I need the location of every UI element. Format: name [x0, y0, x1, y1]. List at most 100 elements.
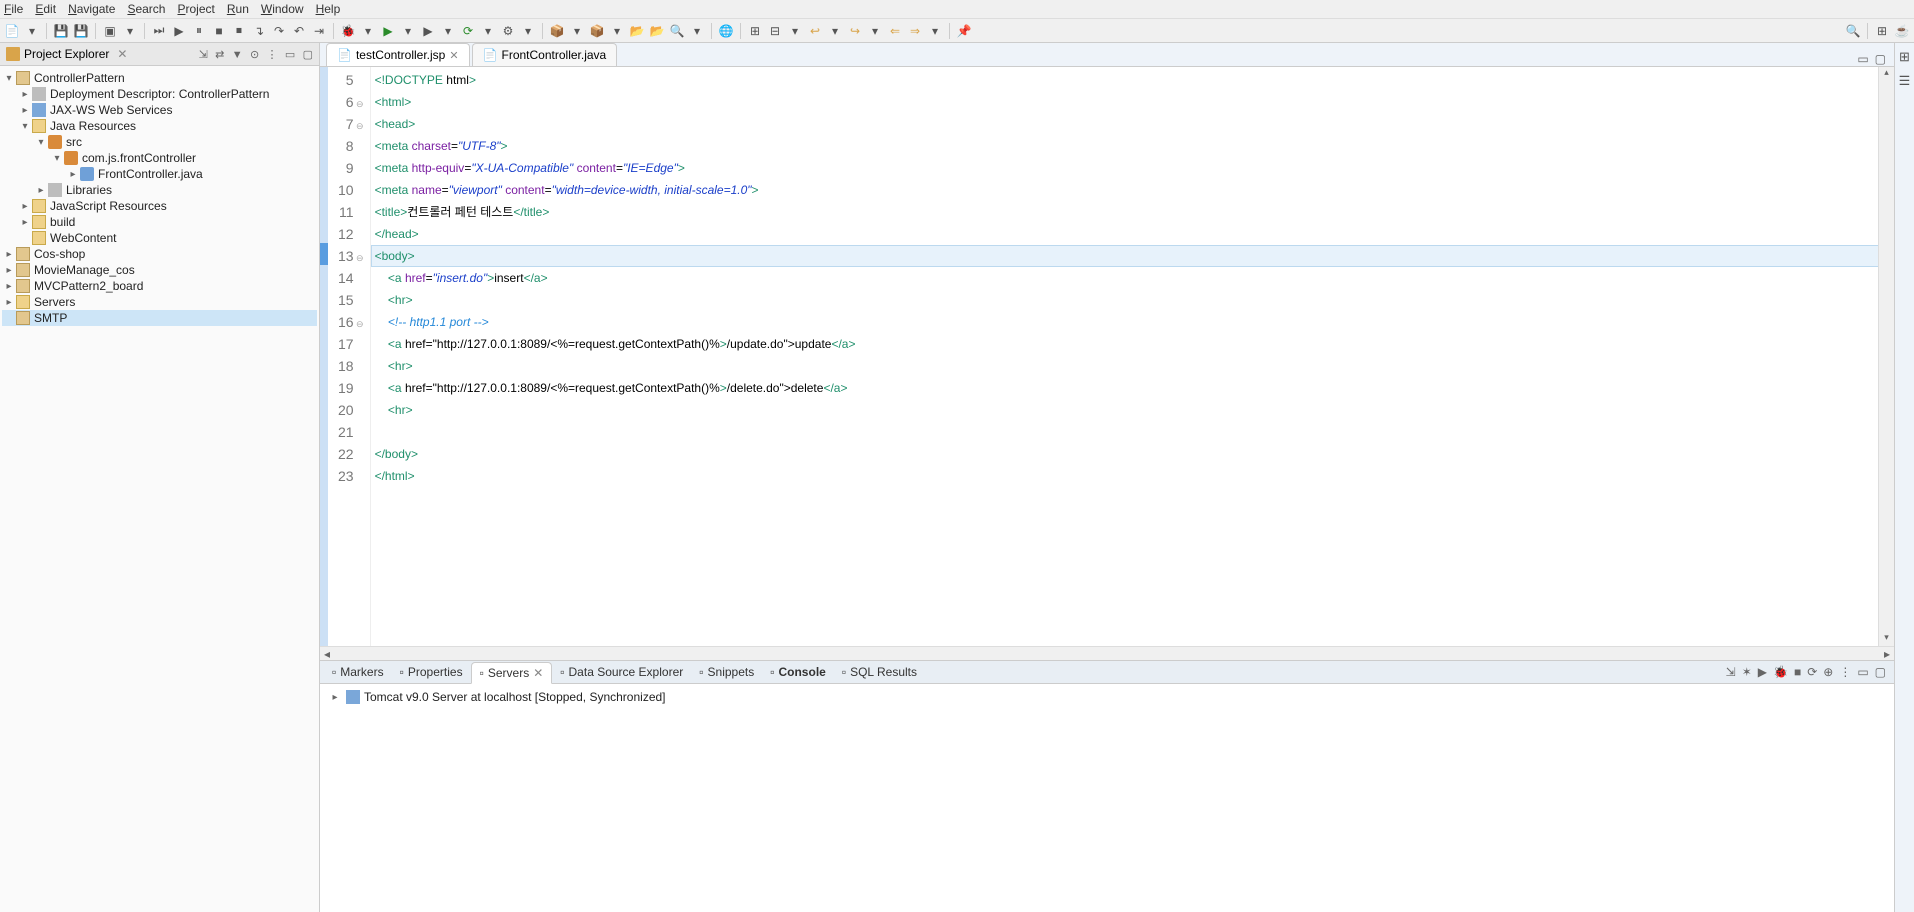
servers-view-content[interactable]: ▸ Tomcat v9.0 Server at localhost [Stopp…: [320, 684, 1894, 912]
line-gutter[interactable]: 56⊖7⊖8910111213⊖141516⊖17181920212223: [328, 67, 371, 646]
debug-icon[interactable]: 🐞: [1773, 665, 1788, 679]
back-icon[interactable]: ↩: [807, 23, 823, 39]
coverage-icon[interactable]: ▶: [420, 23, 436, 39]
debug-icon[interactable]: 🐞: [340, 23, 356, 39]
browser-icon[interactable]: 🌐: [718, 23, 734, 39]
jaxws-node[interactable]: ▸JAX-WS Web Services: [2, 102, 317, 118]
maximize-icon[interactable]: ▢: [1875, 665, 1886, 679]
dropdown-icon[interactable]: ▾: [24, 23, 40, 39]
menu-run[interactable]: Run: [227, 2, 249, 16]
run-icon[interactable]: ▶: [380, 23, 396, 39]
close-tab-icon[interactable]: ✕: [449, 49, 458, 62]
menu-edit[interactable]: Edit: [35, 2, 56, 16]
minimize-icon[interactable]: ▭: [285, 49, 295, 61]
dropdown-icon[interactable]: ▾: [867, 23, 883, 39]
dropdown-icon[interactable]: ▾: [787, 23, 803, 39]
bottom-tab-console[interactable]: ▫Console: [762, 662, 834, 682]
scroll-down-icon[interactable]: ▾: [1879, 632, 1894, 646]
pause-icon[interactable]: ⏸: [191, 23, 207, 39]
dropdown-icon[interactable]: ▾: [480, 23, 496, 39]
dropdown-icon[interactable]: ▾: [569, 23, 585, 39]
java-ee-perspective-icon[interactable]: ☕: [1894, 23, 1910, 39]
server-node[interactable]: ▸ Tomcat v9.0 Server at localhost [Stopp…: [328, 688, 1886, 706]
step-over-icon[interactable]: ↷: [271, 23, 287, 39]
scroll-left-icon[interactable]: ◂: [324, 647, 330, 660]
dropdown-icon[interactable]: ▾: [520, 23, 536, 39]
menu-window[interactable]: Window: [261, 2, 304, 16]
next-icon[interactable]: ⇒: [907, 23, 923, 39]
close-view-icon[interactable]: ✕: [117, 47, 127, 61]
add-remove-icon[interactable]: ⊕: [1823, 665, 1833, 679]
focus-icon[interactable]: ⊙: [250, 49, 259, 61]
stop-icon[interactable]: ■: [211, 23, 227, 39]
toggle-icon[interactable]: ⊟: [767, 23, 783, 39]
drop-icon[interactable]: ⇥: [311, 23, 327, 39]
maximize-icon[interactable]: ▢: [303, 49, 313, 61]
step-return-icon[interactable]: ↶: [291, 23, 307, 39]
minimize-editor-icon[interactable]: ▭: [1857, 52, 1868, 66]
dropdown-icon[interactable]: ▾: [827, 23, 843, 39]
save-all-icon[interactable]: 💾: [73, 23, 89, 39]
horizontal-scrollbar[interactable]: ◂ ▸: [320, 646, 1894, 660]
menu-project[interactable]: Project: [177, 2, 214, 16]
project-node[interactable]: ▸MovieManage_cos: [2, 262, 317, 278]
project-node[interactable]: ▾ControllerPattern: [2, 70, 317, 86]
bottom-tab-servers[interactable]: ▫Servers✕: [471, 662, 553, 684]
libraries-node[interactable]: ▸Libraries: [2, 182, 317, 198]
menu-file[interactable]: File: [4, 2, 23, 16]
perspective-icon[interactable]: ⊞: [1874, 23, 1890, 39]
prev-icon[interactable]: ⇐: [887, 23, 903, 39]
start-icon[interactable]: ▶: [1758, 665, 1767, 679]
smtp-node[interactable]: ▸SMTP: [2, 310, 317, 326]
pin-icon[interactable]: 📌: [956, 23, 972, 39]
open-task-icon[interactable]: 📂: [649, 23, 665, 39]
bottom-tab-sql-results[interactable]: ▫SQL Results: [834, 662, 925, 682]
project-tree[interactable]: ▾ControllerPattern ▸Deployment Descripto…: [0, 66, 319, 912]
step-into-icon[interactable]: ↴: [251, 23, 267, 39]
bottom-tab-snippets[interactable]: ▫Snippets: [691, 662, 762, 682]
expand-icon[interactable]: ▸: [328, 692, 342, 703]
dropdown-icon[interactable]: ▾: [360, 23, 376, 39]
new-conn-icon[interactable]: 📦: [589, 23, 605, 39]
java-file-node[interactable]: ▸FrontController.java: [2, 166, 317, 182]
dropdown-icon[interactable]: ▾: [609, 23, 625, 39]
link-editor-icon[interactable]: ⇄: [215, 49, 224, 61]
stop-icon[interactable]: ■: [1794, 665, 1801, 679]
java-resources-node[interactable]: ▾Java Resources: [2, 118, 317, 134]
package-node[interactable]: ▾com.js.frontController: [2, 150, 317, 166]
code-area[interactable]: <!DOCTYPE html><html><head><meta charset…: [371, 67, 1894, 646]
forward-icon[interactable]: ↪: [847, 23, 863, 39]
profile-icon[interactable]: ✶: [1742, 665, 1752, 679]
dropdown-icon[interactable]: ▾: [927, 23, 943, 39]
close-tab-icon[interactable]: ✕: [533, 666, 543, 680]
terminal-icon[interactable]: ▣: [102, 23, 118, 39]
tab-frontcontroller[interactable]: 📄 FrontController.java: [472, 43, 618, 66]
open-type-icon[interactable]: 📂: [629, 23, 645, 39]
dropdown-icon[interactable]: ▾: [689, 23, 705, 39]
task-list-icon[interactable]: ☰: [1899, 73, 1911, 89]
scroll-up-icon[interactable]: ▴: [1879, 67, 1894, 81]
dropdown-icon[interactable]: ▾: [400, 23, 416, 39]
publish-icon[interactable]: ⇲: [1726, 665, 1736, 679]
servers-node[interactable]: ▸Servers: [2, 294, 317, 310]
view-menu-icon[interactable]: ⋮: [267, 49, 278, 61]
build-node[interactable]: ▸build: [2, 214, 317, 230]
bottom-tab-markers[interactable]: ▫Markers: [324, 662, 392, 682]
webcontent-node[interactable]: ▸WebContent: [2, 230, 317, 246]
collapse-all-icon[interactable]: ⇲: [199, 49, 208, 61]
menu-help[interactable]: Help: [316, 2, 341, 16]
menu-icon[interactable]: ⋮: [1839, 665, 1851, 679]
sync-icon[interactable]: ⟳: [1807, 665, 1817, 679]
scroll-right-icon[interactable]: ▸: [1884, 647, 1890, 660]
run-last-icon[interactable]: ⟳: [460, 23, 476, 39]
disconnect-icon[interactable]: ⏹: [231, 23, 247, 39]
dropdown-icon[interactable]: ▾: [440, 23, 456, 39]
bottom-tab-properties[interactable]: ▫Properties: [392, 662, 471, 682]
vertical-scrollbar[interactable]: ▴ ▾: [1878, 67, 1894, 646]
filter-icon[interactable]: ▼: [232, 49, 243, 61]
outline-icon[interactable]: ⊞: [1899, 49, 1910, 65]
external-run-icon[interactable]: ⚙: [500, 23, 516, 39]
new-icon[interactable]: 📄: [4, 23, 20, 39]
toggle-icon[interactable]: ⊞: [747, 23, 763, 39]
tab-testcontroller[interactable]: 📄 testController.jsp ✕: [326, 43, 470, 66]
